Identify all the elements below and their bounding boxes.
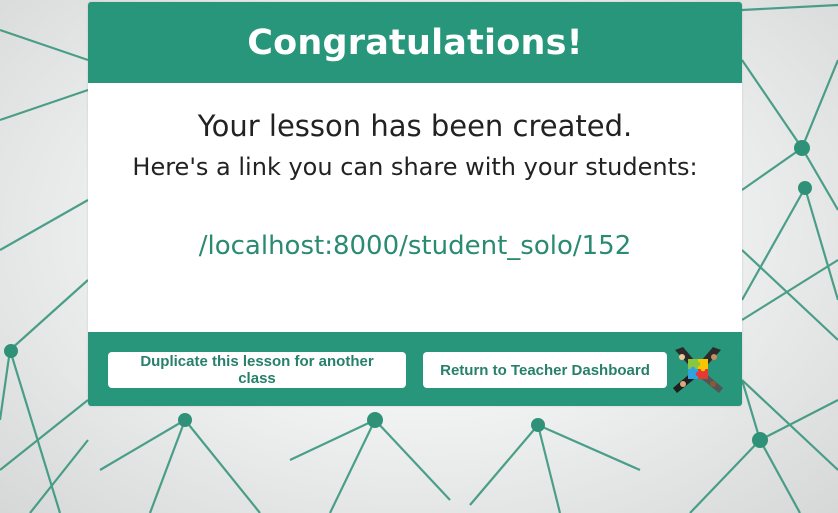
dialog-title: Congratulations!: [247, 22, 583, 63]
duplicate-lesson-button[interactable]: Duplicate this lesson for another class: [108, 352, 406, 388]
lesson-created-dialog: Congratulations! Your lesson has been cr…: [88, 2, 742, 406]
student-share-link[interactable]: /localhost:8000/student_solo/152: [88, 231, 742, 261]
dialog-footer: Duplicate this lesson for another class …: [88, 332, 742, 406]
lesson-created-message: Your lesson has been created.: [197, 109, 633, 143]
dialog-body: Your lesson has been created. Here's a l…: [88, 83, 742, 332]
puzzle-hands-logo-icon: [673, 347, 723, 393]
return-to-dashboard-button[interactable]: Return to Teacher Dashboard: [423, 352, 667, 388]
dialog-header: Congratulations!: [88, 2, 742, 83]
share-prompt: Here's a link you can share with your st…: [132, 153, 698, 181]
